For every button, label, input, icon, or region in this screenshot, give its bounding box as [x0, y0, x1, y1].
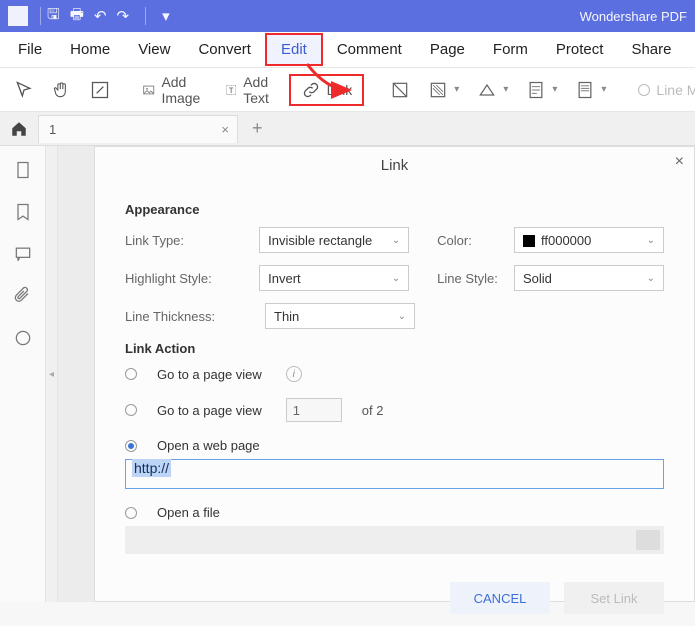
menu-home[interactable]: Home	[56, 35, 124, 64]
rail-collapse-handle[interactable]: ◂	[46, 146, 58, 602]
dialog-close-button[interactable]: ×	[675, 153, 684, 171]
title-bar: 🖫 🖶 ↶ ↷ ▾ Wondershare PDF	[0, 0, 695, 32]
highlight-style-label: Highlight Style:	[125, 271, 249, 286]
menu-convert[interactable]: Convert	[184, 35, 265, 64]
url-input[interactable]: http://	[125, 459, 664, 489]
menu-edit[interactable]: Edit	[265, 33, 323, 66]
color-swatch-icon	[523, 235, 535, 247]
set-link-button[interactable]: Set Link	[564, 582, 664, 614]
link-type-value: Invisible rectangle	[268, 233, 372, 248]
dialog-title-text: Link	[381, 157, 409, 174]
open-file-label: Open a file	[157, 505, 220, 520]
link-type-select[interactable]: Invisible rectangle ⌄	[259, 227, 409, 253]
hand-tool[interactable]	[46, 76, 78, 104]
goto-view-label: Go to a page view	[157, 367, 262, 382]
watermark-tool[interactable]: ▾	[422, 76, 465, 104]
more-icon[interactable]: ▾	[162, 7, 170, 25]
radio-goto-view[interactable]	[125, 368, 137, 380]
radio-open-file[interactable]	[125, 507, 137, 519]
print-icon[interactable]: 🖶	[70, 4, 84, 29]
document-tabstrip: 1 × +	[0, 112, 695, 146]
comments-icon[interactable]	[13, 244, 33, 264]
dialog-title: Link ×	[95, 147, 694, 184]
chat-icon[interactable]	[13, 328, 33, 348]
appearance-heading: Appearance	[125, 202, 664, 217]
crop-tool[interactable]	[384, 76, 416, 104]
link-action-heading: Link Action	[125, 341, 664, 356]
chevron-down-icon: ⌄	[647, 273, 655, 284]
save-icon[interactable]: 🖫	[47, 4, 60, 29]
edit-toolbar: Add Image Add Text Link ▾ ▾ ▾ ▾ Line M	[0, 68, 695, 112]
add-image-label: Add Image	[161, 74, 206, 106]
left-rail	[0, 146, 46, 602]
add-text-button[interactable]: Add Text	[219, 70, 283, 110]
bookmark-icon[interactable]	[13, 202, 33, 222]
cancel-button[interactable]: CANCEL	[450, 582, 550, 614]
radio-open-web[interactable]	[125, 440, 137, 452]
color-select[interactable]: ff000000 ⌄	[514, 227, 664, 253]
tab-label: 1	[49, 122, 56, 137]
open-web-label: Open a web page	[157, 438, 260, 453]
document-canvas: Link × Appearance Link Type: Invisible r…	[58, 146, 695, 602]
line-mode-radio[interactable]: Line M	[632, 78, 695, 102]
link-button[interactable]: Link	[289, 74, 365, 106]
menu-page[interactable]: Page	[416, 35, 479, 64]
line-thickness-select[interactable]: Thin ⌄	[265, 303, 415, 329]
content-area: ◂ Link × Appearance Link Type: Invisible…	[0, 146, 695, 602]
menu-comment[interactable]: Comment	[323, 35, 416, 64]
chevron-down-icon: ⌄	[647, 235, 655, 246]
menu-form[interactable]: Form	[479, 35, 542, 64]
line-style-value: Solid	[523, 271, 552, 286]
header-footer-tool[interactable]: ▾	[520, 76, 563, 104]
file-path-input[interactable]	[125, 526, 664, 554]
app-title: Wondershare PDF	[580, 9, 687, 24]
url-value: http://	[132, 459, 171, 477]
line-thickness-value: Thin	[274, 309, 299, 324]
highlight-style-value: Invert	[268, 271, 301, 286]
link-dialog: Link × Appearance Link Type: Invisible r…	[94, 146, 695, 602]
browse-file-button[interactable]	[636, 530, 660, 550]
background-tool[interactable]: ▾	[471, 76, 514, 104]
link-label: Link	[327, 82, 353, 98]
color-value: ff000000	[541, 233, 591, 248]
page-number-input[interactable]	[286, 398, 342, 422]
link-type-label: Link Type:	[125, 233, 249, 248]
undo-icon[interactable]: ↶	[94, 7, 107, 25]
pages-icon[interactable]	[13, 160, 33, 180]
of-pages-text: of 2	[362, 403, 384, 418]
image-icon	[142, 80, 155, 100]
home-icon[interactable]	[8, 118, 30, 140]
line-mode-label: Line M	[656, 82, 695, 98]
menu-view[interactable]: View	[124, 35, 184, 64]
close-icon[interactable]: ×	[221, 122, 229, 137]
goto-page-label: Go to a page view	[157, 403, 262, 418]
radio-goto-page[interactable]	[125, 404, 137, 416]
new-tab-button[interactable]: +	[246, 118, 269, 139]
menu-file[interactable]: File	[4, 35, 56, 64]
menu-protect[interactable]: Protect	[542, 35, 618, 64]
add-image-button[interactable]: Add Image	[136, 70, 213, 110]
line-thickness-label: Line Thickness:	[125, 309, 255, 324]
edit-tool[interactable]	[84, 76, 116, 104]
menu-share[interactable]: Share	[617, 35, 685, 64]
line-style-label: Line Style:	[437, 271, 504, 286]
chevron-down-icon: ⌄	[398, 311, 406, 322]
quick-access-toolbar: 🖫 🖶 ↶ ↷ ▾	[47, 4, 170, 29]
redo-icon[interactable]: ↷	[117, 7, 130, 25]
document-tab[interactable]: 1 ×	[38, 115, 238, 143]
chevron-down-icon: ⌄	[392, 273, 400, 284]
add-text-label: Add Text	[243, 74, 276, 106]
select-tool[interactable]	[8, 76, 40, 104]
attachments-icon[interactable]	[13, 286, 33, 306]
link-icon	[301, 80, 321, 100]
highlight-style-select[interactable]: Invert ⌄	[259, 265, 409, 291]
chevron-down-icon: ⌄	[392, 235, 400, 246]
info-icon[interactable]: i	[286, 366, 302, 382]
text-icon	[225, 80, 237, 100]
menu-bar: File Home View Convert Edit Comment Page…	[0, 32, 695, 68]
bates-tool[interactable]: ▾	[569, 76, 612, 104]
line-style-select[interactable]: Solid ⌄	[514, 265, 664, 291]
color-label: Color:	[437, 233, 504, 248]
app-logo-icon	[8, 6, 28, 26]
